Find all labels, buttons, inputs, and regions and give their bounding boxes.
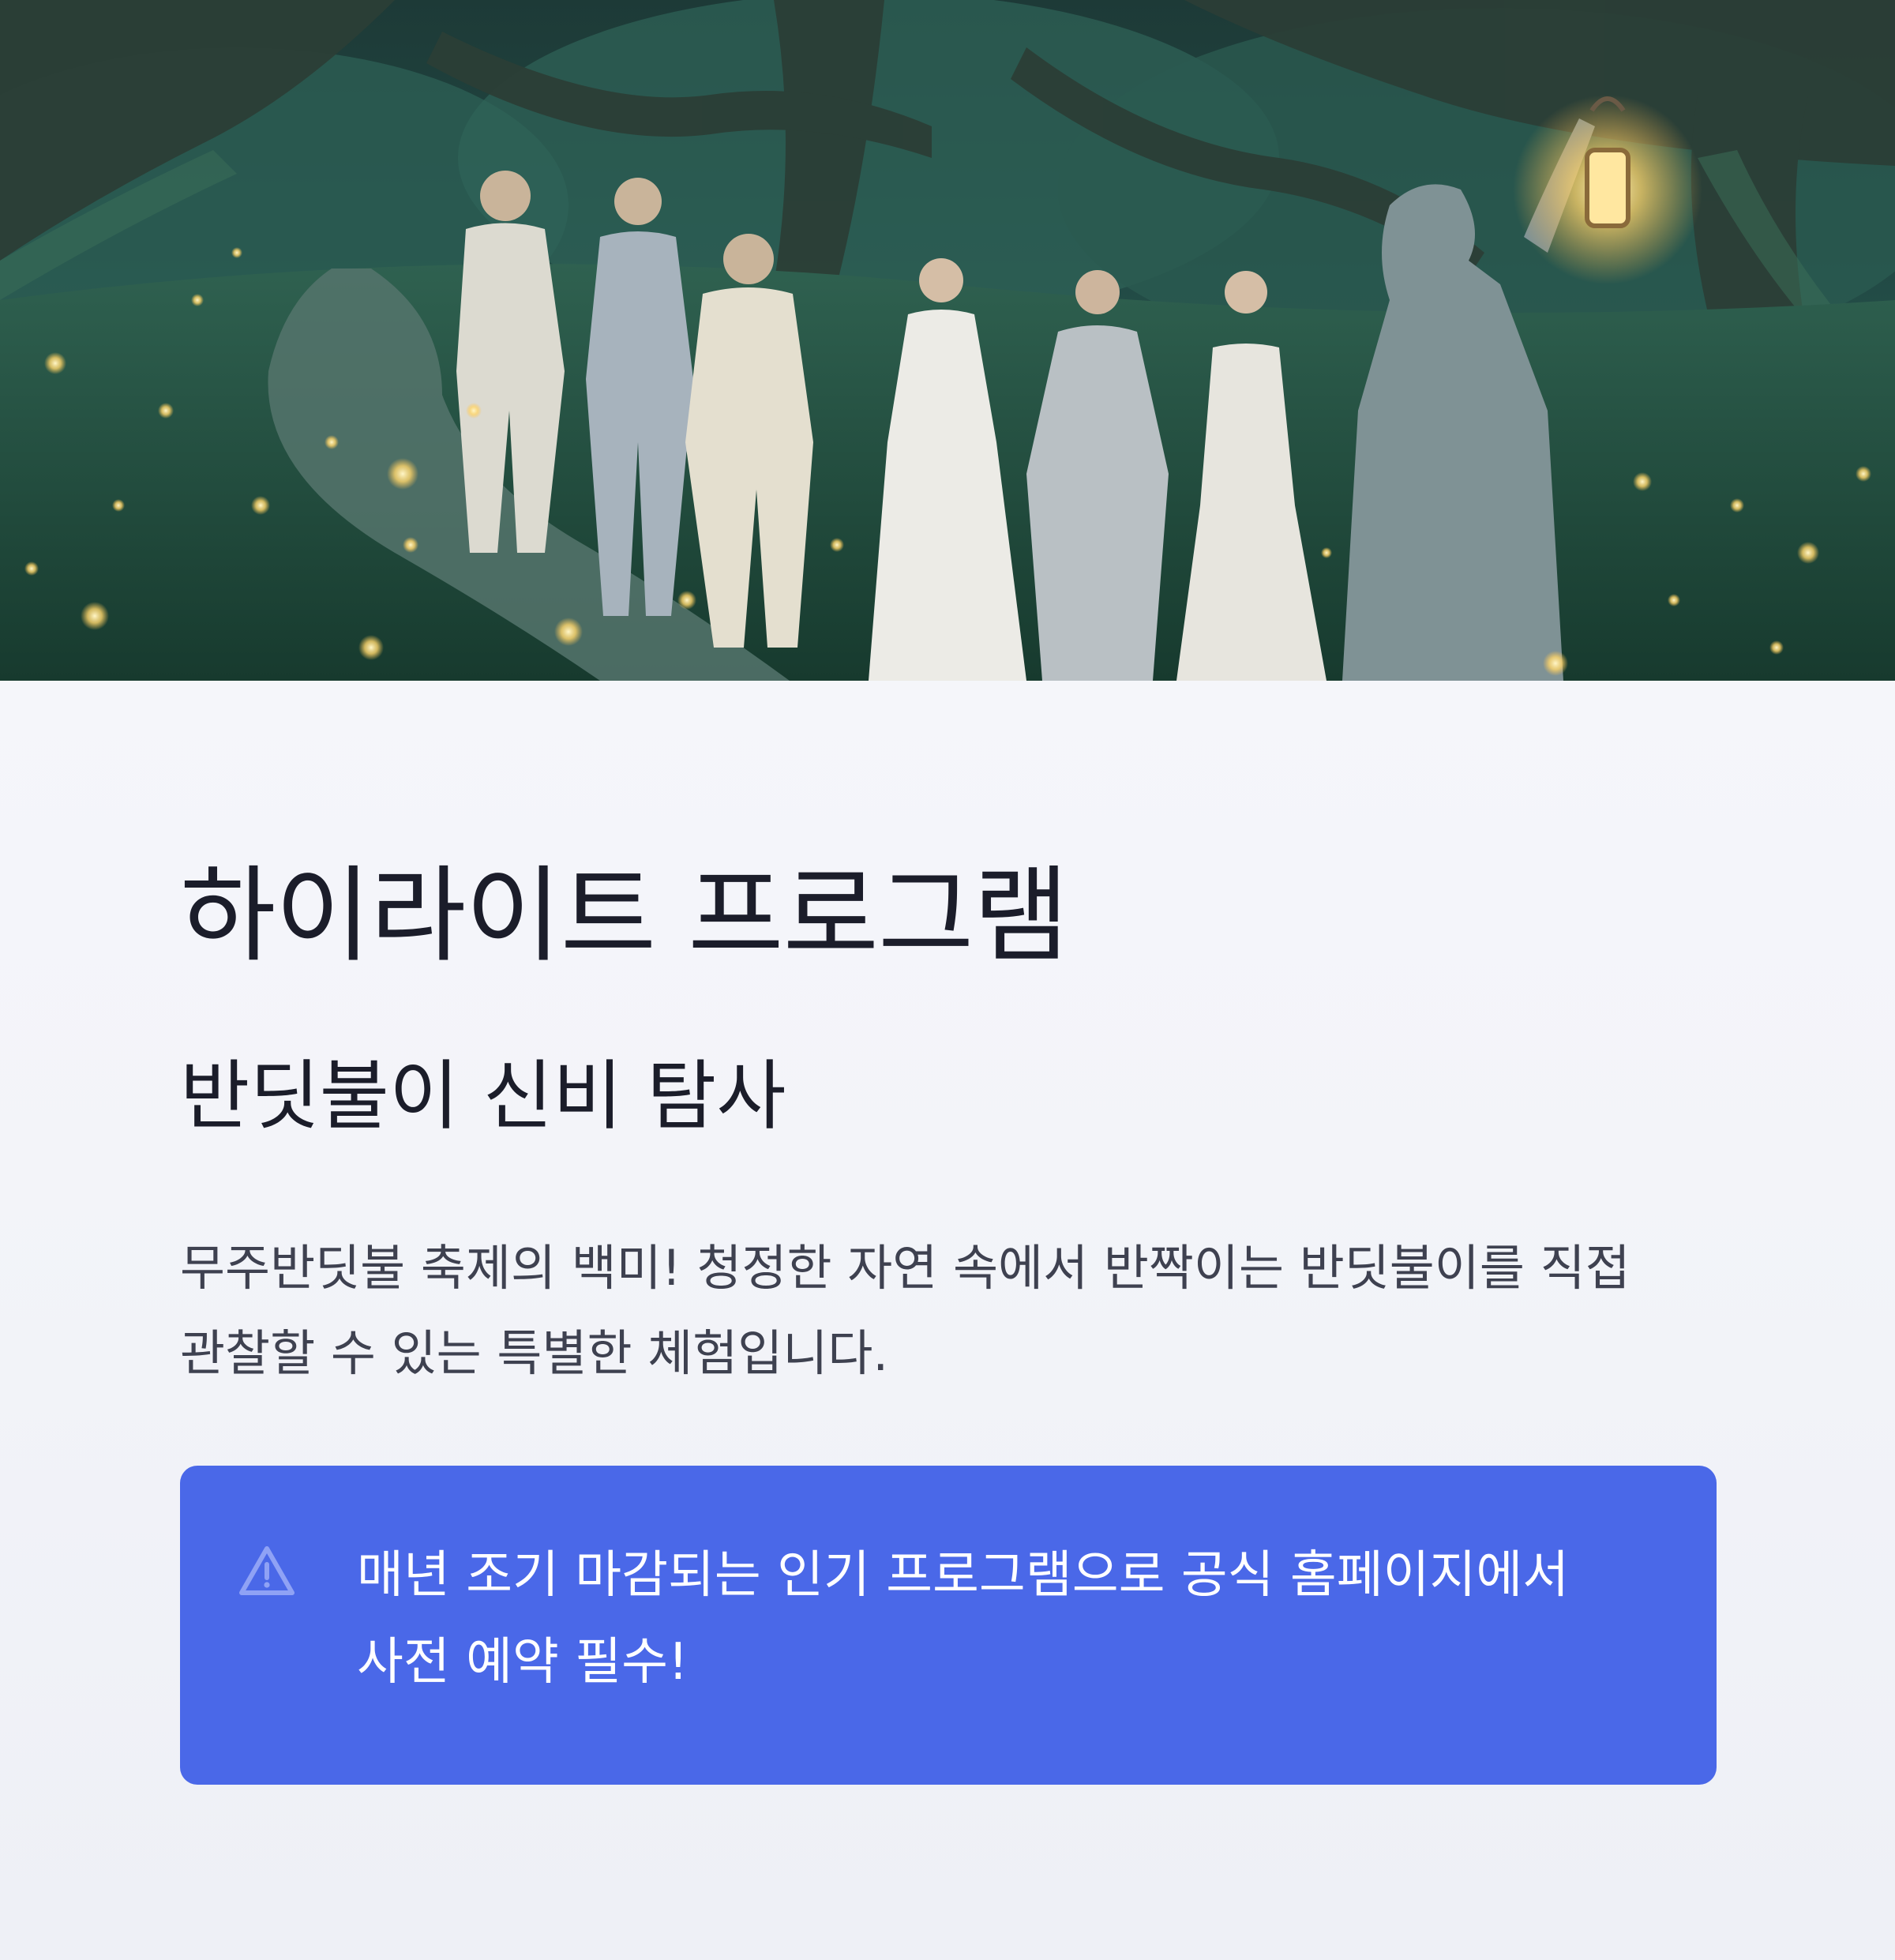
page: 하이라이트 프로그램 반딧불이 신비 탐사 무주반딧불 축제의 백미! 청정한 … <box>0 0 1895 1960</box>
program-description: 무주반딧불 축제의 백미! 청정한 자연 속에서 반짝이는 반딧불이를 직접 관… <box>180 1239 1630 1382</box>
firefly-forest-illustration <box>0 0 1895 681</box>
section-title: 하이라이트 프로그램 <box>180 855 1069 977</box>
warning-triangle-icon <box>239 1546 295 1595</box>
program-name: 반딧불이 신비 탐사 <box>180 1052 786 1140</box>
reservation-notice: 매년 조기 마감되는 인기 프로그램으로 공식 홈페이지에서 사전 예약 필수! <box>180 1466 1717 1785</box>
notice-text: 매년 조기 마감되는 인기 프로그램으로 공식 홈페이지에서 사전 예약 필수! <box>357 1546 1570 1692</box>
hero-image <box>0 0 1895 681</box>
